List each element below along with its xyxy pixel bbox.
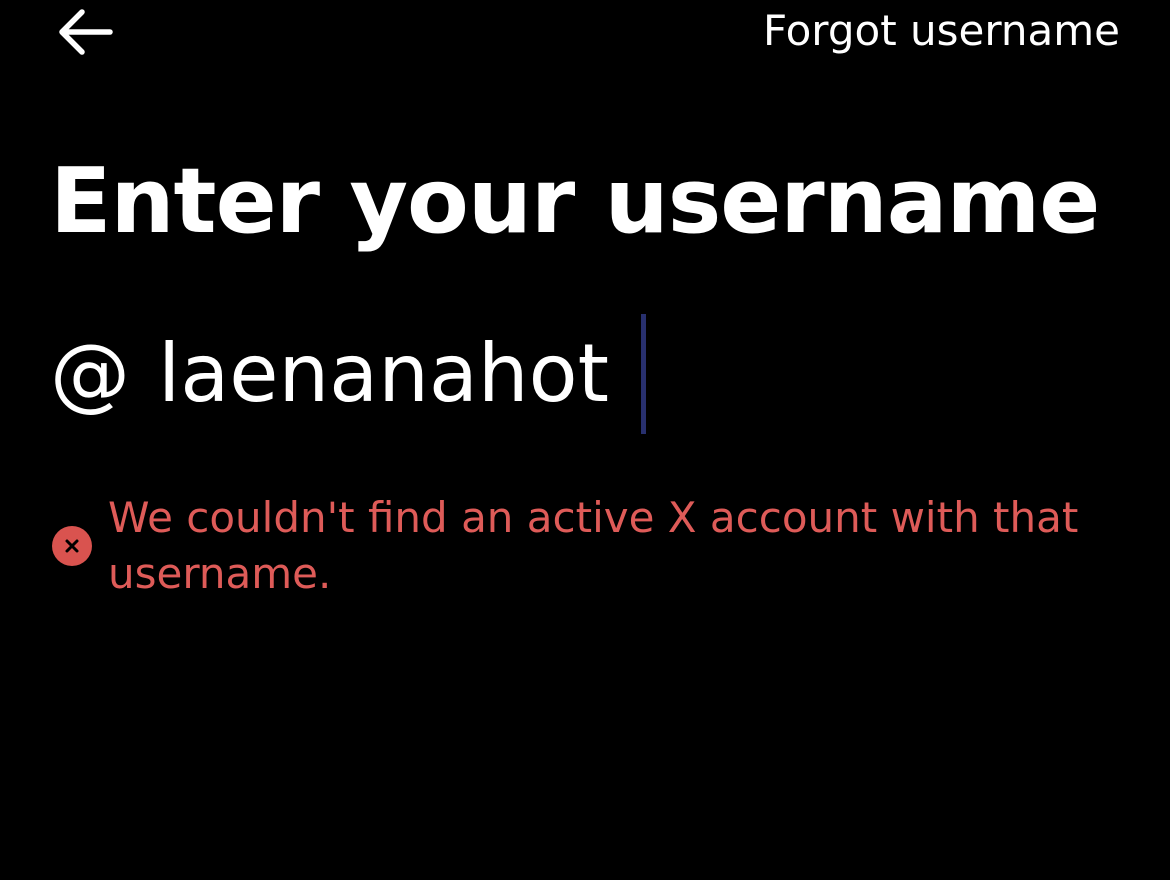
username-input[interactable] — [158, 324, 628, 424]
forgot-username-link[interactable]: Forgot username — [763, 6, 1120, 56]
arrow-left-icon — [59, 9, 113, 55]
top-bar: Forgot username — [0, 0, 1170, 64]
at-prefix: @ — [50, 327, 130, 420]
text-caret — [641, 314, 646, 434]
page-title: Enter your username — [50, 149, 1100, 254]
close-circle-icon — [52, 526, 92, 566]
username-field[interactable]: @ — [50, 312, 646, 436]
back-button[interactable] — [54, 6, 114, 58]
error-text: We couldn't find an active X account wit… — [108, 493, 1079, 598]
